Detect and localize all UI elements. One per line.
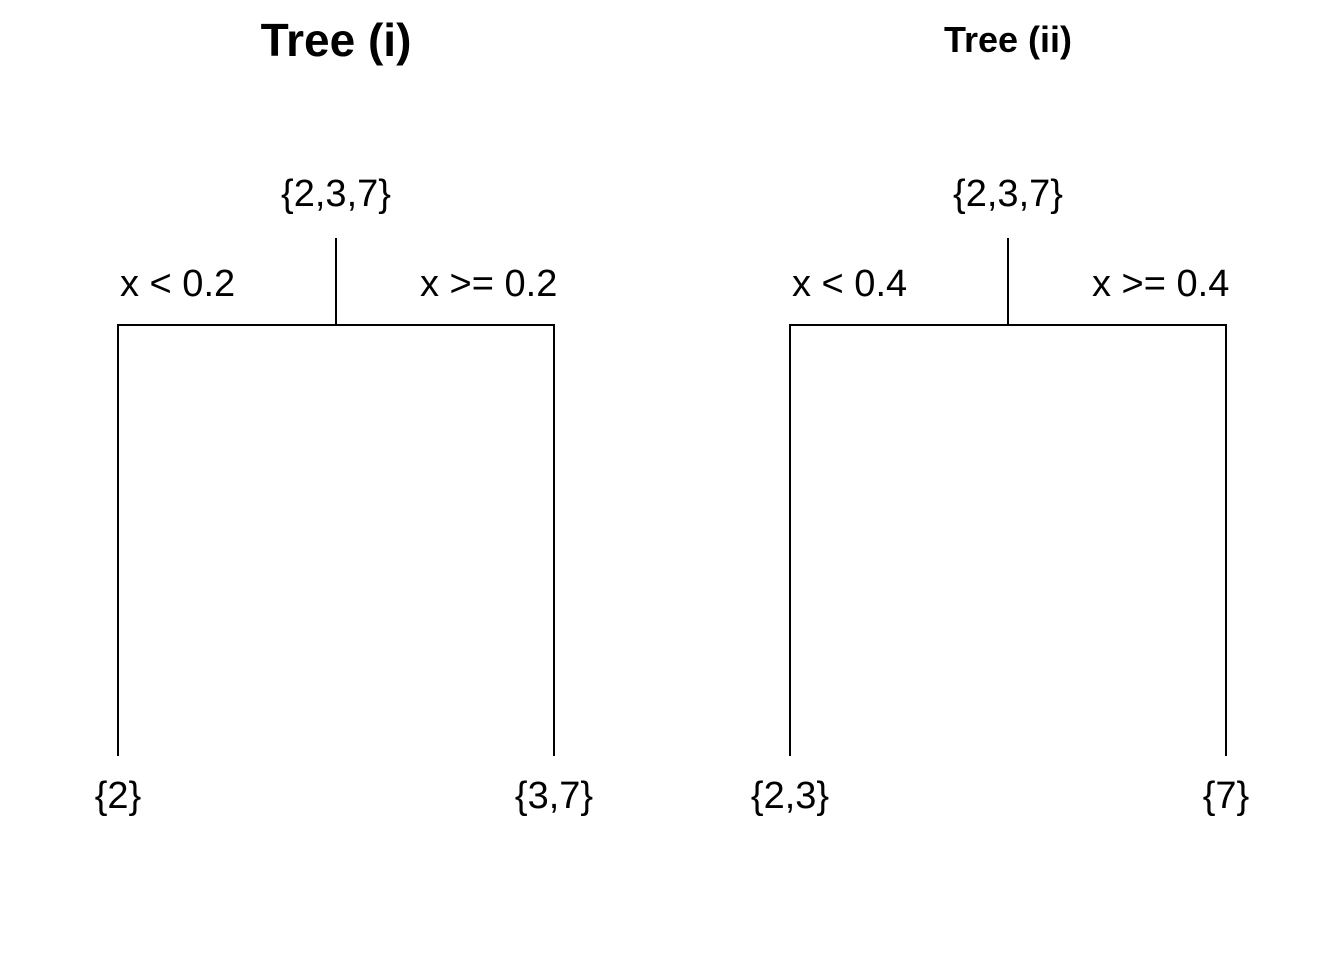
leaf-left-label: {2,3}: [750, 775, 830, 817]
leaf-left-label: {2}: [94, 775, 142, 817]
tree-panel-ii: Tree (ii) {2,3,7} x < 0.4 x >= 0.4 {2,3}…: [672, 0, 1344, 960]
root-node-label: {2,3,7}: [953, 173, 1063, 215]
split-right-label: x >= 0.2: [420, 263, 558, 305]
tree-panel-i: Tree (i) {2,3,7} x < 0.2 x >= 0.2 {2} {3…: [0, 0, 672, 960]
split-left-label: x < 0.4: [792, 263, 908, 305]
split-left-label: x < 0.2: [120, 263, 236, 305]
root-node-label: {2,3,7}: [281, 173, 391, 215]
split-right-label: x >= 0.4: [1092, 263, 1230, 305]
leaf-right-label: {3,7}: [514, 775, 594, 817]
leaf-right-label: {7}: [1202, 775, 1250, 817]
